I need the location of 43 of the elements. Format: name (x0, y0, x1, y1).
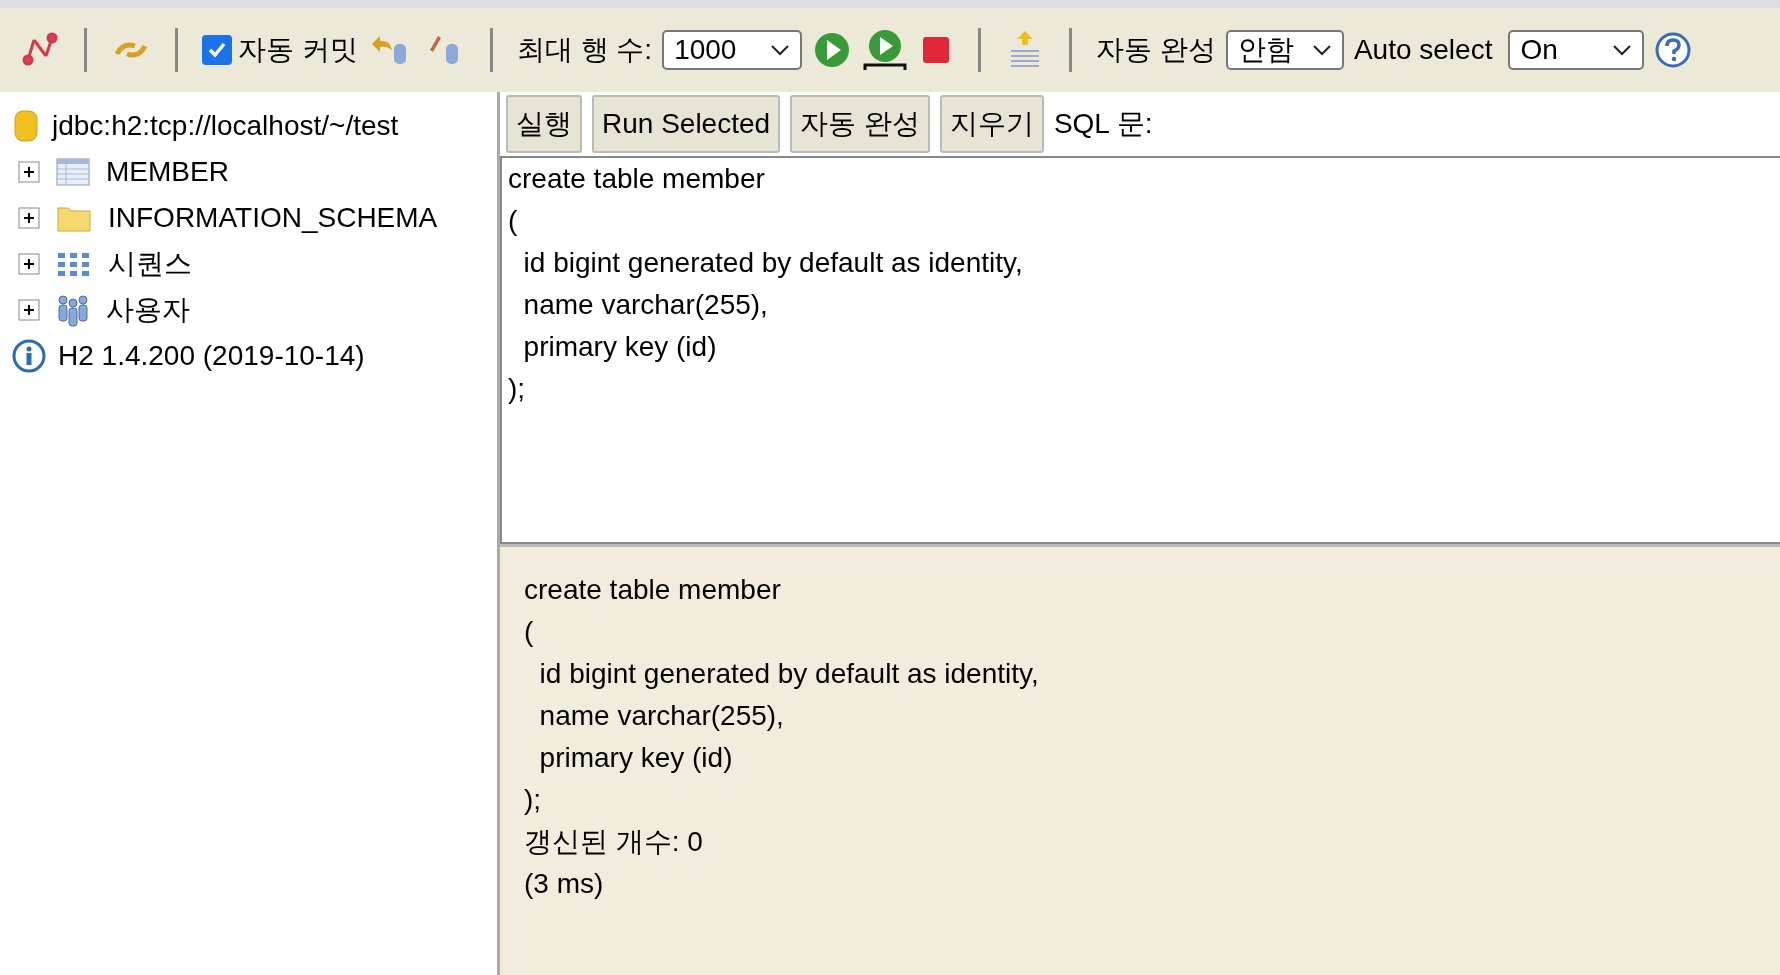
tree-item-label[interactable]: 사용자 (106, 291, 190, 329)
auto-commit-label: 자동 커밋 (238, 33, 358, 67)
query-button[interactable]: Run Selected (592, 95, 781, 153)
version-info: H2 1.4.200 (2019-10-14) (58, 340, 365, 372)
result-line: id bigint generated by default as identity, (538, 657, 1040, 691)
connection-url: jdbc:h2:tcp://localhost/~/test (52, 110, 399, 142)
max-rows-label: 최대 행 수: (516, 33, 653, 67)
query-button[interactable]: 지우기 (939, 95, 1044, 153)
disconnect-icon[interactable] (20, 32, 60, 68)
sql-label: SQL 문: (1053, 107, 1153, 141)
result-line: name varchar(255), (538, 699, 785, 733)
info-icon (12, 339, 46, 373)
result-line: primary key (id) (538, 741, 734, 775)
result-line: create table member (524, 573, 782, 607)
autocomplete-label: 자동 완성 (1096, 33, 1216, 67)
tree-item-label[interactable]: MEMBER (106, 156, 229, 188)
query-button[interactable]: 실행 (506, 95, 582, 153)
database-icon (12, 109, 40, 143)
sequence-icon (56, 250, 92, 278)
caret-icon (770, 44, 791, 56)
result-line: ( (524, 615, 535, 649)
result-line: (3 ms) (524, 867, 605, 901)
expand-toggle[interactable] (18, 253, 40, 275)
tree-item-label[interactable]: INFORMATION_SCHEMA (108, 202, 438, 234)
expand-toggle[interactable] (18, 299, 40, 321)
caret-icon (1612, 44, 1633, 56)
auto-select-select[interactable]: On (1508, 30, 1645, 70)
result-line: 갱신된 개수: 0 (524, 825, 704, 859)
help-icon[interactable] (1654, 31, 1693, 69)
auto-commit-checkbox[interactable] (202, 35, 232, 65)
tree-item-label[interactable]: 시퀀스 (108, 245, 192, 283)
max-rows-select[interactable]: 1000 (662, 30, 803, 70)
result-line: ); (524, 783, 543, 817)
autocomplete-select[interactable]: 안함 (1225, 30, 1344, 70)
expand-toggle[interactable] (18, 161, 40, 183)
sql-editor[interactable]: create table member ( id bigint generated by default as identity, name varchar(255), primary key (id) ); (500, 156, 1780, 544)
expand-toggle[interactable] (18, 207, 40, 229)
run-selected-icon[interactable] (862, 28, 909, 72)
users-icon (56, 293, 90, 327)
query-button[interactable]: 자동 완성 (790, 95, 930, 153)
table-icon (56, 158, 90, 186)
caret-icon (1311, 44, 1332, 56)
auto-select-label: Auto select (1353, 34, 1493, 66)
